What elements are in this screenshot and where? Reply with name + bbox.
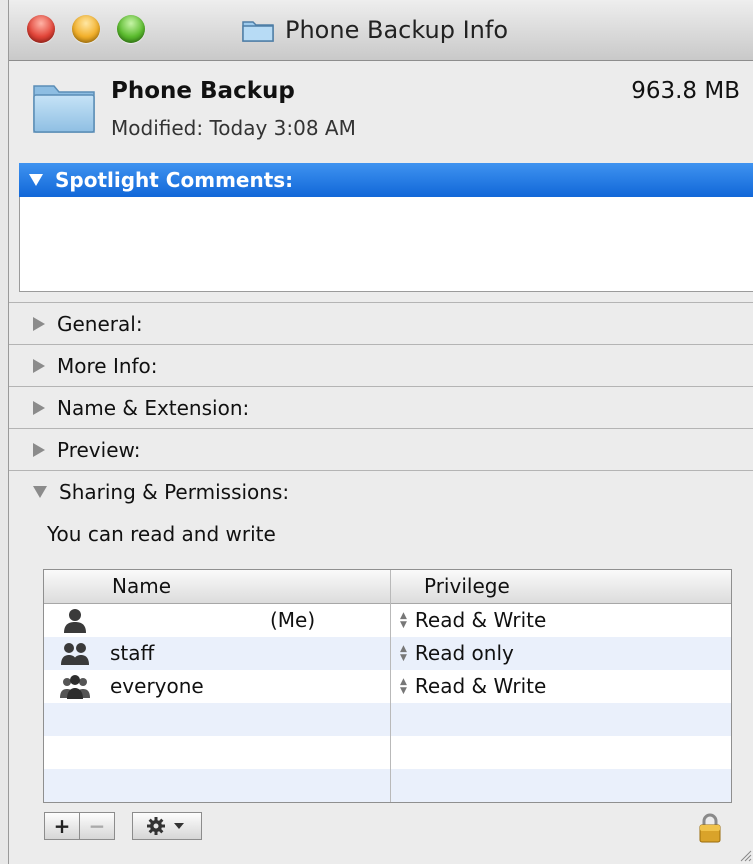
section-label: General:: [57, 311, 143, 336]
disclosure-triangle-icon[interactable]: [33, 485, 47, 498]
privilege-popup[interactable]: ▲ ▼ Read & Write: [400, 604, 546, 637]
table-row[interactable]: (Me) ▲ ▼ Read & Write: [44, 604, 731, 637]
section-label: Preview:: [57, 437, 141, 462]
disclosure-triangle-icon[interactable]: [33, 442, 45, 457]
spotlight-comments-field[interactable]: [19, 197, 753, 292]
close-button[interactable]: [27, 15, 55, 43]
group-name: staff: [110, 641, 155, 665]
group-icon: [61, 643, 89, 665]
everyone-icon: [60, 675, 90, 699]
spotlight-comments-label: Spotlight Comments:: [55, 168, 294, 192]
table-row[interactable]: everyone ▲ ▼ Read & Write: [44, 670, 731, 703]
empty-row: [44, 769, 731, 802]
folder-icon: [242, 21, 274, 42]
spotlight-comments-header[interactable]: Spotlight Comments:: [19, 163, 753, 197]
table-row[interactable]: staff ▲ ▼ Read only: [44, 637, 731, 670]
zoom-button[interactable]: [117, 15, 145, 43]
gear-icon: [147, 817, 184, 835]
current-user-tag: (Me): [270, 608, 316, 632]
item-name: Phone Backup: [111, 78, 295, 104]
privilege-value: Read only: [414, 641, 514, 665]
item-size: 963.8 MB: [631, 78, 740, 104]
empty-row: [44, 703, 731, 736]
column-header-privilege[interactable]: Privilege: [424, 570, 510, 603]
window-title: Phone Backup Info: [241, 13, 508, 47]
remove-user-button[interactable]: −: [79, 812, 115, 840]
stepper-arrows-icon: ▲ ▼: [400, 643, 407, 663]
section-label: More Info:: [57, 353, 158, 378]
window-title-text: Phone Backup Info: [285, 16, 508, 44]
privilege-value: Read & Write: [414, 608, 547, 632]
folder-icon: [33, 85, 95, 133]
column-header-name[interactable]: Name: [112, 570, 171, 603]
stepper-arrows-icon: ▲ ▼: [400, 676, 407, 696]
disclosure-triangle-icon[interactable]: [29, 174, 43, 186]
section-label: Name & Extension:: [57, 395, 250, 420]
stepper-arrows-icon: ▲ ▼: [400, 610, 407, 630]
section-preview[interactable]: Preview:: [9, 428, 753, 470]
privilege-value: Read & Write: [414, 674, 547, 698]
group-name: everyone: [110, 674, 204, 698]
table-header: Name Privilege: [44, 570, 731, 604]
empty-row: [44, 736, 731, 769]
title-bar[interactable]: Phone Backup Info: [9, 0, 753, 61]
chevron-down-icon: [174, 823, 184, 829]
add-user-button[interactable]: +: [44, 812, 80, 840]
info-window: Phone Backup Info Phone Backup Modified:…: [8, 0, 753, 864]
section-sharing-permissions[interactable]: Sharing & Permissions:: [9, 470, 753, 512]
action-menu-button[interactable]: [132, 812, 202, 840]
disclosure-triangle-icon[interactable]: [33, 358, 45, 373]
privilege-popup[interactable]: ▲ ▼ Read only: [400, 637, 514, 670]
permission-summary: You can read and write: [47, 522, 276, 546]
single-user-icon: [64, 609, 86, 633]
minimize-button[interactable]: [72, 15, 100, 43]
permissions-table: Name Privilege (Me) ▲ ▼ Read & Write staf…: [43, 569, 732, 803]
section-name-extension[interactable]: Name & Extension:: [9, 386, 753, 428]
modified-date: Modified: Today 3:08 AM: [111, 116, 356, 140]
section-general[interactable]: General:: [9, 302, 753, 344]
disclosure-triangle-icon[interactable]: [33, 316, 45, 331]
column-divider: [390, 570, 391, 802]
section-label: Sharing & Permissions:: [59, 479, 290, 504]
lock-icon[interactable]: [697, 812, 723, 844]
section-more-info[interactable]: More Info:: [9, 344, 753, 386]
disclosure-triangle-icon[interactable]: [33, 400, 45, 415]
resize-grip-icon[interactable]: [736, 846, 752, 862]
privilege-popup[interactable]: ▲ ▼ Read & Write: [400, 670, 546, 703]
